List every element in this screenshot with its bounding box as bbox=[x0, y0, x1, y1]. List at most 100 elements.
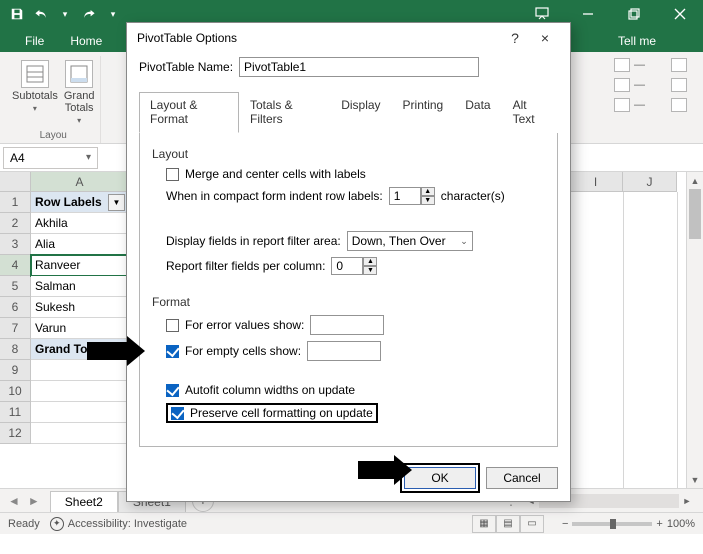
scroll-up-icon[interactable]: ▲ bbox=[687, 172, 703, 189]
row-header[interactable]: 6 bbox=[0, 297, 31, 318]
minimize-button[interactable] bbox=[565, 0, 611, 28]
tab-home[interactable]: Home bbox=[57, 30, 115, 52]
pivottable-options-dialog: PivotTable Options ? × PivotTable Name: … bbox=[126, 22, 571, 502]
row-header[interactable]: 7 bbox=[0, 318, 31, 339]
grand-totals-button[interactable]: Grand Totals ▾ bbox=[64, 56, 95, 125]
style-option-5[interactable] bbox=[667, 76, 691, 94]
filter-area-combo[interactable]: Down, Then Over ⌄ bbox=[347, 231, 473, 251]
qat-customize-icon[interactable]: ▾ bbox=[102, 3, 124, 25]
vertical-scrollbar[interactable]: ▲ ▼ bbox=[686, 172, 703, 488]
sheet-tab-active[interactable]: Sheet2 bbox=[50, 491, 118, 512]
dialog-help-button[interactable]: ? bbox=[500, 24, 530, 52]
tab-display[interactable]: Display bbox=[330, 92, 391, 133]
tab-printing[interactable]: Printing bbox=[392, 92, 455, 133]
dialog-tabs: Layout & Format Totals & Filters Display… bbox=[139, 91, 558, 133]
tab-file[interactable]: File bbox=[12, 30, 57, 52]
row-header[interactable]: 4 bbox=[0, 255, 31, 276]
dialog-close-button[interactable]: × bbox=[530, 24, 560, 52]
accessibility-status[interactable]: ✦ Accessibility: Investigate bbox=[50, 517, 187, 531]
row-header[interactable]: 10 bbox=[0, 381, 31, 402]
style-option-1[interactable]: ― bbox=[610, 56, 649, 74]
sheet-nav-prev-icon[interactable]: ◄ bbox=[8, 494, 20, 508]
chevron-down-icon[interactable]: ⌄ bbox=[460, 236, 468, 247]
empty-cells-checkbox[interactable] bbox=[166, 345, 179, 358]
tell-me[interactable]: Tell me bbox=[605, 30, 669, 52]
fields-per-col-label: Report filter fields per column: bbox=[166, 259, 325, 273]
row-header[interactable]: 3 bbox=[0, 234, 31, 255]
view-normal-button[interactable]: ▦ bbox=[472, 515, 496, 533]
tab-layout-format[interactable]: Layout & Format bbox=[139, 92, 239, 133]
row-header[interactable]: 1 bbox=[0, 192, 31, 213]
cell-a11[interactable] bbox=[31, 402, 129, 423]
cell-a3[interactable]: Alia bbox=[31, 234, 129, 255]
subtotals-button[interactable]: Subtotals ▾ bbox=[12, 56, 58, 125]
filter-dropdown-button[interactable]: ▼ bbox=[108, 194, 125, 211]
pivot-row-labels-header: Row Labels bbox=[35, 195, 102, 209]
row-header[interactable]: 12 bbox=[0, 423, 31, 444]
cancel-button[interactable]: Cancel bbox=[486, 467, 558, 489]
error-values-checkbox[interactable] bbox=[166, 319, 179, 332]
view-page-layout-button[interactable]: ▤ bbox=[496, 515, 520, 533]
style-option-4[interactable] bbox=[667, 56, 691, 74]
redo-icon[interactable] bbox=[78, 3, 100, 25]
tab-data[interactable]: Data bbox=[454, 92, 501, 133]
cell-a6[interactable]: Sukesh bbox=[31, 297, 129, 318]
autofit-checkbox[interactable] bbox=[166, 384, 179, 397]
cell-a5[interactable]: Salman bbox=[31, 276, 129, 297]
cell-a4[interactable]: Ranveer bbox=[31, 255, 129, 276]
col-header[interactable]: I bbox=[569, 172, 623, 192]
tab-totals-filters[interactable]: Totals & Filters bbox=[239, 92, 330, 133]
row-header[interactable]: 11 bbox=[0, 402, 31, 423]
zoom-slider[interactable] bbox=[572, 522, 652, 526]
empty-cells-input[interactable] bbox=[307, 341, 381, 361]
fields-per-col-input[interactable] bbox=[331, 257, 363, 275]
style-option-3[interactable]: ― bbox=[610, 96, 649, 114]
row-header[interactable]: 2 bbox=[0, 213, 31, 234]
cell-a2[interactable]: Akhila bbox=[31, 213, 129, 234]
section-format-title: Format bbox=[152, 295, 545, 309]
select-all-corner[interactable] bbox=[0, 172, 31, 192]
zoom-in-icon[interactable]: + bbox=[656, 518, 662, 530]
close-button[interactable] bbox=[657, 0, 703, 28]
indent-value-input[interactable] bbox=[389, 187, 421, 205]
fields-per-col-spinner[interactable]: ▲▼ bbox=[331, 257, 377, 275]
spin-down-icon[interactable]: ▼ bbox=[363, 266, 377, 275]
hscroll-right-icon[interactable]: ► bbox=[679, 494, 695, 508]
tab-alt-text[interactable]: Alt Text bbox=[502, 92, 558, 133]
sheet-nav-next-icon[interactable]: ► bbox=[28, 494, 40, 508]
undo-icon[interactable] bbox=[30, 3, 52, 25]
ok-button[interactable]: OK bbox=[404, 467, 476, 489]
spin-down-icon[interactable]: ▼ bbox=[421, 196, 435, 205]
row-header[interactable]: 9 bbox=[0, 360, 31, 381]
style-option-6[interactable] bbox=[667, 96, 691, 114]
preserve-formatting-checkbox[interactable] bbox=[171, 407, 184, 420]
dialog-title-bar[interactable]: PivotTable Options ? × bbox=[127, 23, 570, 53]
restore-button[interactable] bbox=[611, 0, 657, 28]
error-values-input[interactable] bbox=[310, 315, 384, 335]
col-header[interactable]: J bbox=[623, 172, 677, 192]
section-layout-title: Layout bbox=[152, 147, 545, 161]
view-page-break-button[interactable]: ▭ bbox=[520, 515, 544, 533]
zoom-control[interactable]: − + 100% bbox=[562, 518, 695, 530]
cell-a1[interactable]: Row Labels ▼ bbox=[31, 192, 129, 213]
scroll-thumb[interactable] bbox=[689, 189, 701, 239]
pivottable-name-input[interactable] bbox=[239, 57, 479, 77]
row-header[interactable]: 5 bbox=[0, 276, 31, 297]
spin-up-icon[interactable]: ▲ bbox=[363, 257, 377, 266]
name-box[interactable]: A4 ▾ bbox=[3, 147, 98, 169]
zoom-out-icon[interactable]: − bbox=[562, 518, 568, 530]
undo-dropdown-icon[interactable]: ▾ bbox=[54, 3, 76, 25]
dialog-footer: OK Cancel bbox=[127, 457, 570, 501]
cell-a10[interactable] bbox=[31, 381, 129, 402]
row-header[interactable]: 8 bbox=[0, 339, 31, 360]
spin-up-icon[interactable]: ▲ bbox=[421, 187, 435, 196]
style-option-2[interactable]: ― bbox=[610, 76, 649, 94]
cell-a12[interactable] bbox=[31, 423, 129, 444]
save-icon[interactable] bbox=[6, 3, 28, 25]
scroll-down-icon[interactable]: ▼ bbox=[687, 471, 703, 488]
indent-spinner[interactable]: ▲▼ bbox=[389, 187, 435, 205]
merge-center-checkbox[interactable] bbox=[166, 168, 179, 181]
chevron-down-icon[interactable]: ▾ bbox=[86, 152, 91, 163]
col-header[interactable]: A bbox=[31, 172, 129, 192]
name-box-value: A4 bbox=[10, 151, 25, 165]
